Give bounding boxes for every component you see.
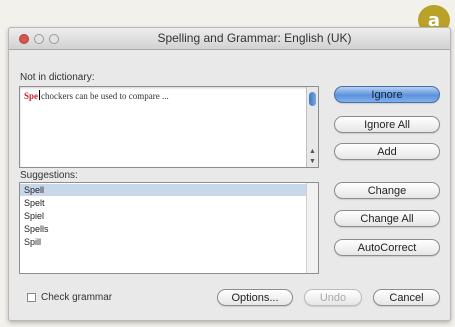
undo-button[interactable]: Undo	[304, 289, 362, 306]
change-button[interactable]: Change	[334, 182, 440, 199]
not-in-dictionary-label: Not in dictionary:	[20, 72, 95, 83]
minimize-window-button[interactable]	[34, 34, 44, 44]
misspelled-word: Spe	[24, 91, 39, 101]
sentence-rest: chockers can be used to compare ...	[41, 91, 169, 101]
scrollbar-thumb[interactable]	[309, 92, 316, 106]
scroll-up-arrow-icon[interactable]: ▲	[308, 147, 317, 156]
check-grammar-label: Check grammar	[41, 292, 113, 303]
ignore-button[interactable]: Ignore	[334, 86, 440, 103]
text-area-scrollbar[interactable]: ▲ ▼	[306, 87, 318, 167]
suggestion-item[interactable]: Spill	[20, 236, 307, 248]
ignore-all-button[interactable]: Ignore All	[334, 116, 440, 133]
add-button[interactable]: Add	[334, 143, 440, 160]
check-grammar-row[interactable]: Check grammar	[27, 292, 112, 303]
title-bar: Spelling and Grammar: English (UK)	[9, 28, 450, 50]
check-grammar-checkbox[interactable]	[27, 293, 36, 302]
close-window-button[interactable]	[19, 34, 29, 44]
window-title: Spelling and Grammar: English (UK)	[157, 31, 352, 45]
scroll-down-arrow-icon[interactable]: ▼	[308, 157, 317, 166]
sentence-text: Spe chockers can be used to compare ...	[24, 90, 169, 101]
suggestions-scrollbar[interactable]	[306, 183, 318, 273]
suggestions-label: Suggestions:	[20, 170, 78, 181]
sentence-text-area[interactable]: Spe chockers can be used to compare ... ▲…	[19, 86, 319, 168]
change-all-button[interactable]: Change All	[334, 210, 440, 227]
suggestions-list[interactable]: Spell Spelt Spiel Spells Spill	[19, 182, 319, 274]
text-caret	[39, 90, 41, 100]
suggestion-item[interactable]: Spell	[20, 184, 307, 196]
cancel-button[interactable]: Cancel	[373, 289, 440, 306]
options-button[interactable]: Options...	[217, 289, 293, 306]
spelling-grammar-dialog: Spelling and Grammar: English (UK) Not i…	[8, 27, 451, 321]
suggestion-item[interactable]: Spells	[20, 223, 307, 235]
zoom-window-button[interactable]	[49, 34, 59, 44]
autocorrect-button[interactable]: AutoCorrect	[334, 239, 440, 256]
suggestion-item[interactable]: Spiel	[20, 210, 307, 222]
suggestion-item[interactable]: Spelt	[20, 197, 307, 209]
